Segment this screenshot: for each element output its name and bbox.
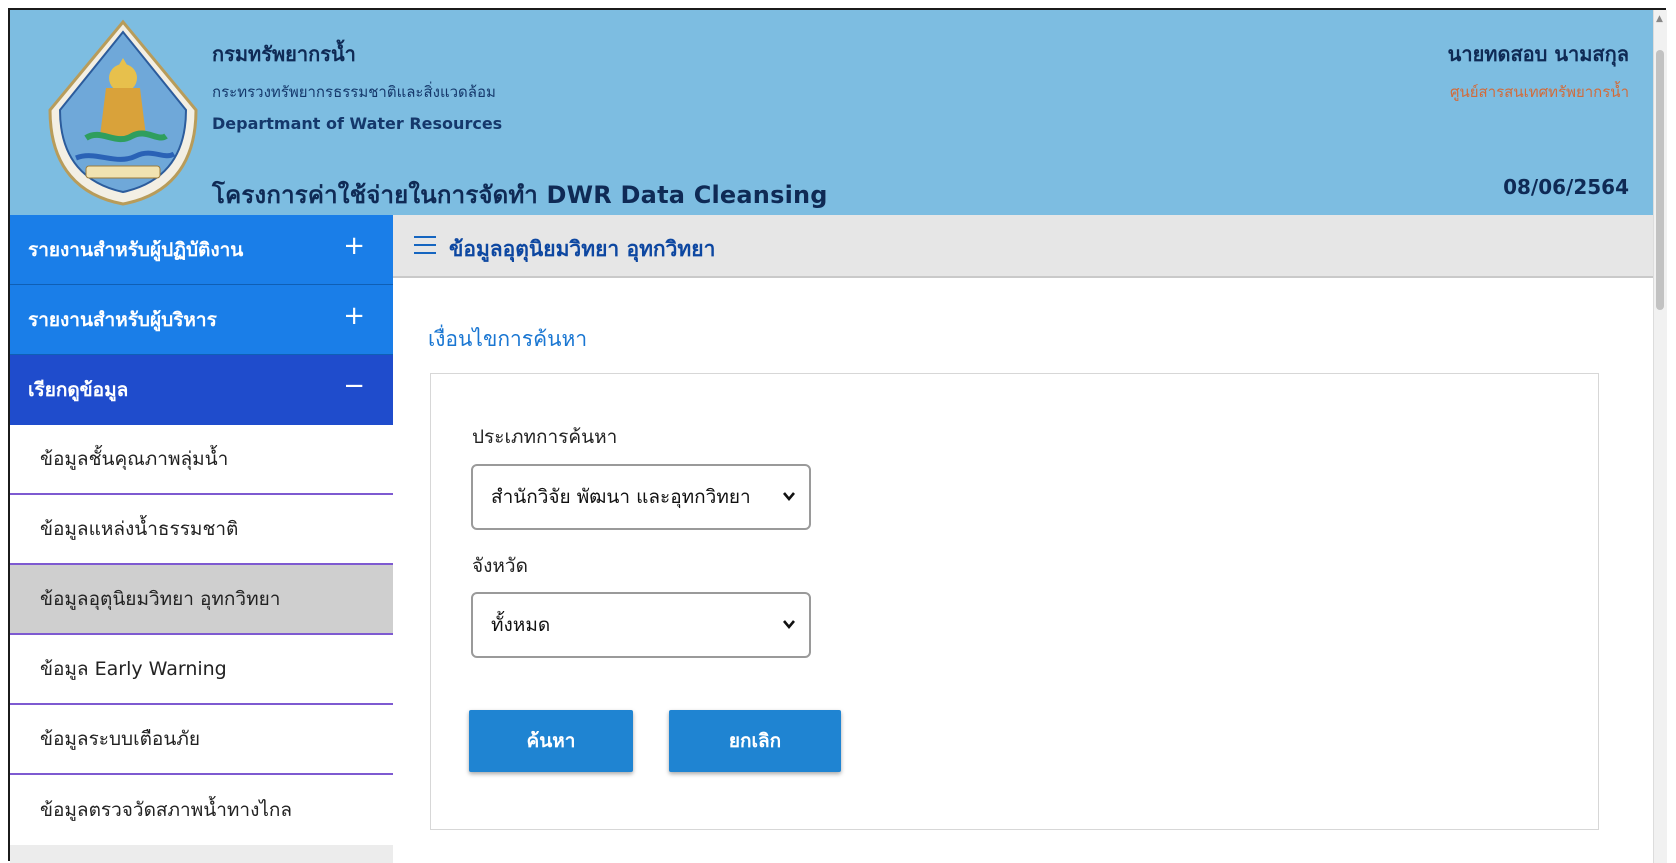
- sidebar-item-meteorology-hydrology[interactable]: ข้อมูลอุตุนิยมวิทยา อุทกวิทยา: [10, 565, 393, 635]
- sidebar-item-basin-quality[interactable]: ข้อมูลชั้นคุณภาพลุ่มน้ำ: [10, 425, 393, 495]
- page-title-bar: ข้อมูลอุตุนิยมวิทยา อุทกวิทยา: [393, 215, 1653, 278]
- sidebar-item-label: ข้อมูลตรวจวัดสภาพน้ำทางไกล: [40, 799, 293, 821]
- project-title: โครงการค่าใช้จ่ายในการจัดทำ DWR Data Cle…: [212, 181, 828, 209]
- user-name: นายทดสอบ นามสกุล: [1447, 42, 1629, 66]
- header-date: 08/06/2564: [1503, 175, 1629, 199]
- province-select[interactable]: ทั้งหมด: [471, 592, 811, 658]
- hamburger-menu-icon[interactable]: [414, 236, 436, 254]
- sidebar-group-label: เรียกดูข้อมูล: [28, 379, 129, 401]
- expand-icon[interactable]: +: [343, 303, 365, 329]
- search-type-label: ประเภทการค้นหา: [472, 426, 618, 448]
- user-unit: ศูนย์สารสนเทศทรัพยากรน้ำ: [1449, 83, 1629, 101]
- search-button[interactable]: ค้นหา: [469, 710, 633, 772]
- sidebar-item-label: ข้อมูล Early Warning: [40, 658, 227, 680]
- sidebar-group-operator-reports[interactable]: รายงานสำหรับผู้ปฏิบัติงาน +: [10, 215, 393, 285]
- search-conditions-title: เงื่อนไขการค้นหา: [428, 327, 588, 351]
- department-logo: [48, 19, 198, 206]
- sidebar-item-warning-system[interactable]: ข้อมูลระบบเตือนภัย: [10, 705, 393, 775]
- sidebar-item-natural-water-sources[interactable]: ข้อมูลแหล่งน้ำธรรมชาติ: [10, 495, 393, 565]
- scroll-up-icon[interactable]: ▲: [1656, 14, 1663, 24]
- province-value: ทั้งหมด: [491, 614, 551, 636]
- org-name-th: กรมทรัพยากรน้ำ: [212, 42, 356, 66]
- search-type-select[interactable]: สำนักวิจัย พัฒนา และอุทกวิทยา: [471, 464, 811, 530]
- search-form-panel: ประเภทการค้นหา สำนักวิจัย พัฒนา และอุทกว…: [430, 373, 1599, 830]
- collapse-icon[interactable]: −: [343, 373, 365, 399]
- org-name-en: Departmant of Water Resources: [212, 114, 503, 133]
- page-scrollbar[interactable]: ▲: [1653, 10, 1667, 863]
- sidebar-item-telemetry[interactable]: ข้อมูลตรวจวัดสภาพน้ำทางไกล: [10, 775, 393, 845]
- site-header: กรมทรัพยากรน้ำ กระทรวงทรัพยากรธรรมชาติแล…: [10, 10, 1653, 215]
- sidebar: รายงานสำหรับผู้ปฏิบัติงาน + รายงานสำหรับ…: [10, 215, 393, 863]
- sidebar-group-label: รายงานสำหรับผู้บริหาร: [28, 308, 217, 331]
- sidebar-group-executive-reports[interactable]: รายงานสำหรับผู้บริหาร +: [10, 285, 393, 355]
- chevron-down-icon: [783, 620, 795, 630]
- sidebar-group-label: รายงานสำหรับผู้ปฏิบัติงาน: [28, 238, 244, 261]
- province-label: จังหวัด: [472, 555, 528, 577]
- chevron-down-icon: [783, 492, 795, 502]
- expand-icon[interactable]: +: [343, 233, 365, 259]
- sidebar-group-browse-data[interactable]: เรียกดูข้อมูล −: [10, 355, 393, 425]
- cancel-button[interactable]: ยกเลิก: [669, 710, 841, 772]
- page-title: ข้อมูลอุตุนิยมวิทยา อุทกวิทยา: [449, 237, 716, 261]
- sidebar-item-label: ข้อมูลแหล่งน้ำธรรมชาติ: [40, 518, 239, 540]
- sidebar-item-label: ข้อมูลอุตุนิยมวิทยา อุทกวิทยา: [40, 588, 281, 610]
- sidebar-item-label: ข้อมูลชั้นคุณภาพลุ่มน้ำ: [40, 448, 229, 470]
- ministry-name: กระทรวงทรัพยากรธรรมชาติและสิ่งแวดล้อม: [212, 83, 496, 101]
- app-window: กรมทรัพยากรน้ำ กระทรวงทรัพยากรธรรมชาติแล…: [0, 0, 1676, 863]
- search-type-value: สำนักวิจัย พัฒนา และอุทกวิทยา: [491, 486, 751, 508]
- scroll-thumb[interactable]: [1656, 50, 1664, 310]
- sidebar-item-label: ข้อมูลระบบเตือนภัย: [40, 728, 200, 750]
- sidebar-item-early-warning[interactable]: ข้อมูล Early Warning: [10, 635, 393, 705]
